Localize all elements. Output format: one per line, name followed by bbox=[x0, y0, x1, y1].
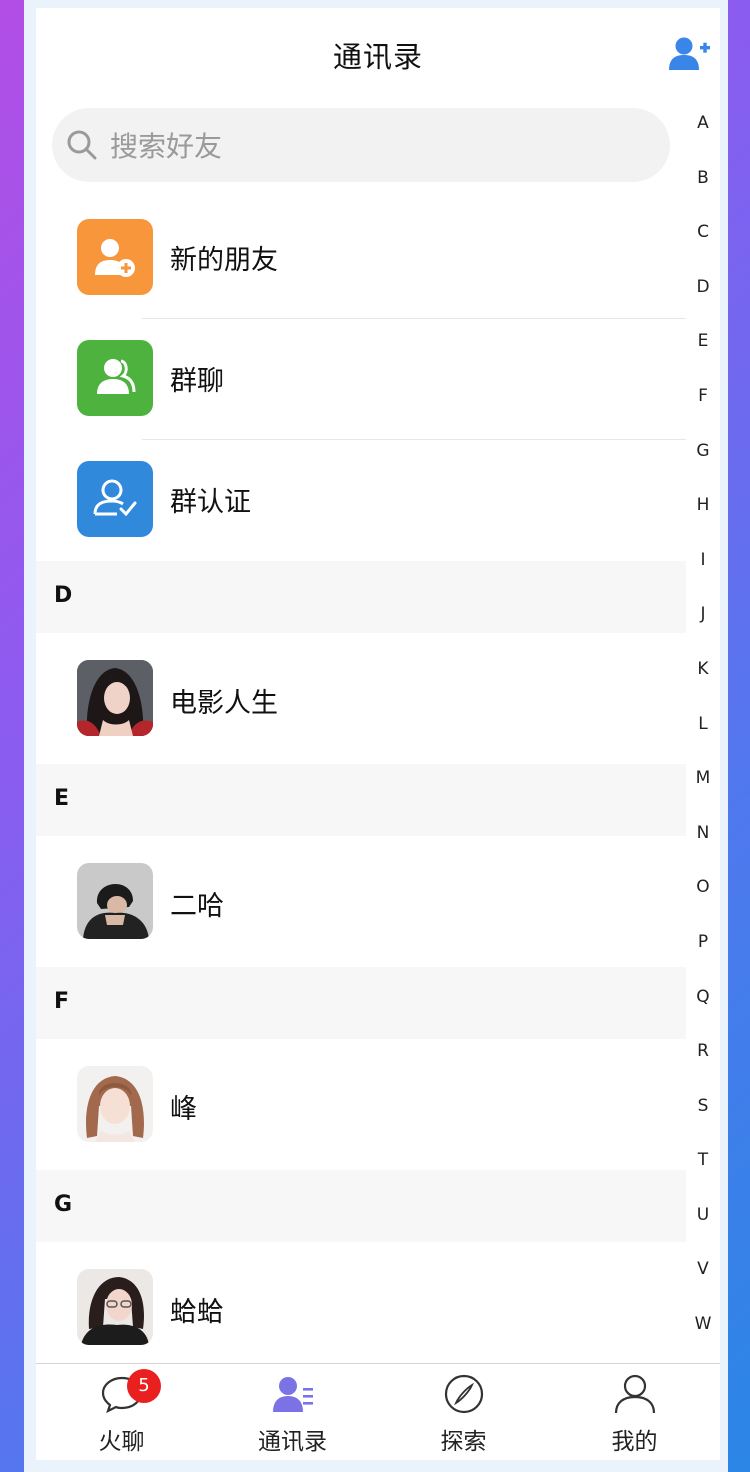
section-letter: G bbox=[54, 1192, 73, 1217]
contact-row[interactable]: 蛤蛤 bbox=[36, 1242, 686, 1373]
index-letter[interactable]: K bbox=[688, 654, 718, 709]
compass-icon bbox=[444, 1374, 483, 1414]
index-letter[interactable]: V bbox=[688, 1254, 718, 1309]
avatar bbox=[77, 1269, 153, 1345]
contact-name: 蛤蛤 bbox=[170, 1297, 224, 1328]
section-header: G bbox=[36, 1170, 686, 1242]
group-verify-row[interactable]: 群认证 bbox=[36, 440, 686, 561]
tab-chat[interactable]: 5 火聊 bbox=[36, 1364, 207, 1460]
new-friends-row[interactable]: 新的朋友 bbox=[36, 198, 686, 319]
section-letter: F bbox=[54, 989, 70, 1014]
index-letter[interactable]: E bbox=[688, 326, 718, 381]
tab-label: 通讯录 bbox=[258, 1429, 327, 1455]
index-letter[interactable]: Q bbox=[688, 982, 718, 1037]
contact-name: 二哈 bbox=[170, 891, 224, 922]
tab-bar: 5 火聊 通讯录 探索 我的 bbox=[36, 1363, 720, 1460]
group-chat-row[interactable]: 群聊 bbox=[36, 319, 686, 440]
tab-contacts[interactable]: 通讯录 bbox=[207, 1364, 378, 1460]
contact-row[interactable]: 电影人生 bbox=[36, 633, 686, 764]
index-letter[interactable]: P bbox=[688, 927, 718, 982]
menu-label: 群聊 bbox=[170, 366, 224, 397]
menu-label: 新的朋友 bbox=[170, 245, 278, 276]
search-icon bbox=[67, 130, 97, 160]
contact-row[interactable]: 二哈 bbox=[36, 836, 686, 967]
page-title: 通讯录 bbox=[332, 40, 423, 74]
add-friend-icon[interactable] bbox=[668, 36, 712, 72]
index-letter[interactable]: F bbox=[688, 381, 718, 436]
tab-label: 我的 bbox=[611, 1429, 658, 1455]
index-letter[interactable]: J bbox=[688, 599, 718, 654]
section-header: E bbox=[36, 764, 686, 836]
section-header: D bbox=[36, 561, 686, 633]
index-letter[interactable]: I bbox=[688, 545, 718, 600]
contact-row[interactable]: 峰 bbox=[36, 1039, 686, 1170]
index-letter[interactable]: A bbox=[688, 108, 718, 163]
tab-explore[interactable]: 探索 bbox=[378, 1364, 549, 1460]
contact-list: 新的朋友 群聊 群认证 D 电影人生 E 二哈 F 峰 G 蛤蛤 bbox=[36, 198, 686, 1373]
tab-label: 火聊 bbox=[98, 1429, 145, 1455]
section-header: F bbox=[36, 967, 686, 1039]
group-chat-icon bbox=[77, 340, 153, 416]
index-letter[interactable]: M bbox=[688, 763, 718, 818]
unread-badge: 5 bbox=[127, 1369, 161, 1403]
index-letter[interactable]: U bbox=[688, 1200, 718, 1255]
app-frame: 通讯录 新的朋友 bbox=[24, 0, 728, 1472]
index-letter[interactable]: H bbox=[688, 490, 718, 545]
avatar bbox=[77, 863, 153, 939]
group-verify-icon bbox=[77, 461, 153, 537]
contact-name: 峰 bbox=[170, 1094, 197, 1125]
section-letter: E bbox=[54, 786, 70, 811]
index-letter[interactable]: N bbox=[688, 818, 718, 873]
index-letter[interactable]: S bbox=[688, 1091, 718, 1146]
index-letter[interactable]: D bbox=[688, 272, 718, 327]
contacts-screen: 通讯录 新的朋友 bbox=[36, 8, 720, 1460]
contacts-icon bbox=[272, 1377, 313, 1412]
index-letter[interactable]: W bbox=[688, 1309, 718, 1364]
alphabet-index[interactable]: A B C D E F G H I J K L M N O P Q R S T … bbox=[688, 108, 718, 1364]
index-letter[interactable]: B bbox=[688, 163, 718, 218]
tab-profile[interactable]: 我的 bbox=[549, 1364, 720, 1460]
tab-label: 探索 bbox=[440, 1429, 487, 1455]
avatar bbox=[77, 660, 153, 736]
index-letter[interactable]: R bbox=[688, 1036, 718, 1091]
menu-label: 群认证 bbox=[170, 487, 251, 518]
search-bar[interactable] bbox=[52, 108, 670, 182]
profile-icon bbox=[614, 1374, 655, 1414]
contact-name: 电影人生 bbox=[170, 688, 278, 719]
index-letter[interactable]: T bbox=[688, 1145, 718, 1200]
avatar bbox=[77, 1066, 153, 1142]
new-friend-icon bbox=[77, 219, 153, 295]
header: 通讯录 bbox=[36, 8, 720, 98]
search-input[interactable] bbox=[108, 120, 632, 172]
index-letter[interactable]: O bbox=[688, 872, 718, 927]
index-letter[interactable]: G bbox=[688, 436, 718, 491]
index-letter[interactable]: L bbox=[688, 709, 718, 764]
section-letter: D bbox=[54, 583, 73, 608]
index-letter[interactable]: C bbox=[688, 217, 718, 272]
